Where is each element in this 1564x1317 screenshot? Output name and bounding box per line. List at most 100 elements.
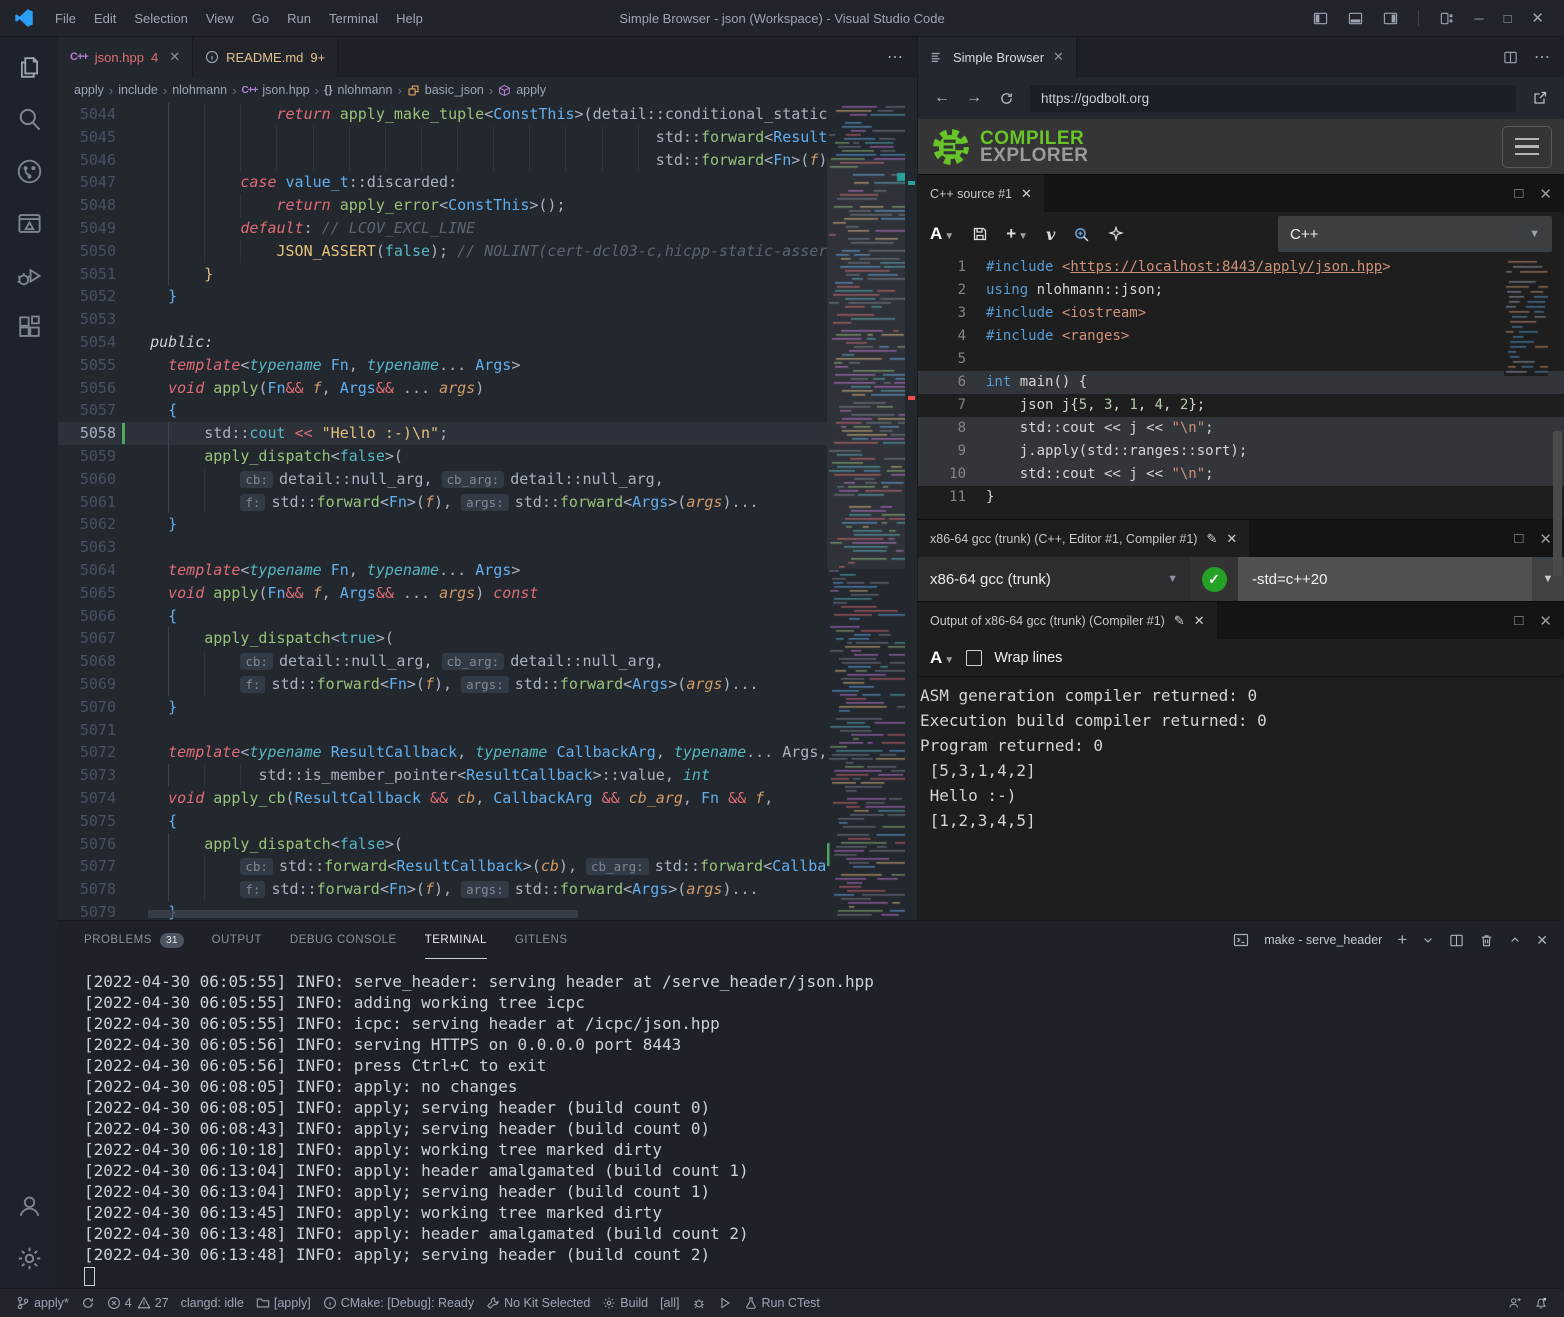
- tab-readme[interactable]: README.md 9+: [193, 37, 338, 77]
- breadcrumb-item-nlohmann[interactable]: {}nlohmann: [324, 83, 392, 97]
- code-line[interactable]: 5068 cb:detail::null_arg, cb_arg:detail:…: [58, 650, 917, 673]
- godbolt-code-line[interactable]: 3#include <iostream>: [918, 302, 1564, 325]
- code-line[interactable]: 5065 void apply(Fn&& f, Args&& ... args)…: [58, 582, 917, 605]
- maximize-pane-icon[interactable]: □: [1514, 185, 1523, 202]
- forward-icon[interactable]: →: [960, 89, 988, 107]
- edit-icon[interactable]: ✎: [1206, 531, 1217, 547]
- new-terminal-icon[interactable]: +: [1397, 930, 1407, 950]
- breadcrumb-item-apply[interactable]: apply: [74, 83, 104, 97]
- status-item-sync[interactable]: [75, 1289, 101, 1317]
- status-item-bug[interactable]: [686, 1289, 712, 1317]
- account-icon[interactable]: [5, 1180, 53, 1232]
- menu-bar[interactable]: FileEditSelectionViewGoRunTerminalHelp: [46, 11, 432, 26]
- godbolt-code-line[interactable]: 2using nlohmann::json;: [918, 279, 1564, 302]
- window-controls[interactable]: ─ □ ✕: [1313, 9, 1564, 27]
- panel-tab-output[interactable]: OUTPUT: [212, 921, 262, 959]
- panel-tab-debug-console[interactable]: DEBUG CONSOLE: [290, 921, 397, 959]
- menu-selection[interactable]: Selection: [125, 11, 196, 26]
- save-icon[interactable]: [972, 226, 988, 242]
- horizontal-scrollbar[interactable]: [148, 910, 578, 918]
- split-editor-icon[interactable]: [1503, 50, 1518, 65]
- compiler-options-input[interactable]: -std=c++20: [1238, 557, 1532, 601]
- font-size-button[interactable]: A▼: [930, 224, 954, 244]
- toggle-panel-icon[interactable]: [1348, 11, 1363, 26]
- search-icon[interactable]: [5, 93, 53, 145]
- code-line[interactable]: 5077 cb:std::forward<ResultCallback>(cb)…: [58, 855, 917, 878]
- explorer-icon[interactable]: [5, 41, 53, 93]
- breadcrumb-item-json.hpp[interactable]: C++json.hpp: [241, 83, 309, 97]
- godbolt-code-line[interactable]: 10 std::cout << j << "\n";: [918, 463, 1564, 486]
- breadcrumb-item-nlohmann[interactable]: nlohmann: [172, 83, 227, 97]
- minimize-button[interactable]: ─: [1474, 11, 1483, 26]
- maximize-pane-icon[interactable]: □: [1514, 612, 1523, 629]
- close-pane-icon[interactable]: ✕: [1539, 612, 1552, 630]
- run-debug-icon[interactable]: [5, 249, 53, 301]
- code-editor[interactable]: 5044 return apply_make_tuple<ConstThis>(…: [58, 103, 917, 920]
- close-icon[interactable]: ✕: [1194, 613, 1205, 629]
- font-size-button[interactable]: A▼: [930, 648, 954, 668]
- godbolt-code-line[interactable]: 5: [918, 348, 1564, 371]
- vim-mode-icon[interactable]: v: [1046, 225, 1055, 244]
- tab-simple-browser[interactable]: Simple Browser ✕: [918, 37, 1077, 77]
- code-line[interactable]: 5074 void apply_cb(ResultCallback && cb,…: [58, 787, 917, 810]
- code-line[interactable]: 5066 {: [58, 605, 917, 628]
- terminal-dropdown-icon[interactable]: [1422, 934, 1434, 946]
- godbolt-code-line[interactable]: 1#include <https://localhost:8443/apply/…: [918, 256, 1564, 279]
- code-line[interactable]: 5045 std::forward<ResultCallback>(cb),: [58, 126, 917, 149]
- code-line[interactable]: 5057 {: [58, 399, 917, 422]
- extensions-icon[interactable]: [5, 301, 53, 353]
- more-actions-icon[interactable]: ⋯: [1534, 47, 1550, 67]
- status-item-folder-apply[interactable]: [apply]: [250, 1289, 317, 1317]
- close-panel-icon[interactable]: ✕: [1536, 932, 1548, 949]
- code-line[interactable]: 5052 }: [58, 285, 917, 308]
- panel-tab-problems[interactable]: PROBLEMS31: [84, 921, 184, 959]
- close-pane-icon[interactable]: ✕: [1539, 185, 1552, 203]
- code-line[interactable]: 5050 JSON_ASSERT(false); // NOLINT(cert-…: [58, 240, 917, 263]
- godbolt-code-line[interactable]: 4#include <ranges>: [918, 325, 1564, 348]
- toggle-secondary-sidebar-icon[interactable]: [1383, 11, 1398, 26]
- code-line[interactable]: 5054 public:: [58, 331, 917, 354]
- status-item-play[interactable]: [712, 1289, 738, 1317]
- close-button[interactable]: ✕: [1531, 9, 1544, 27]
- code-line[interactable]: 5062 }: [58, 513, 917, 536]
- status-item-all[interactable]: [all]: [654, 1289, 685, 1317]
- code-line[interactable]: 5069 f:std::forward<Fn>(f), args:std::fo…: [58, 673, 917, 696]
- breadcrumb[interactable]: apply›include›nlohmann›C++json.hpp›{}nlo…: [58, 77, 917, 103]
- maximize-button[interactable]: □: [1504, 11, 1512, 26]
- code-line[interactable]: 5056 void apply(Fn&& f, Args&& ... args): [58, 377, 917, 400]
- minimap[interactable]: [827, 103, 905, 920]
- breadcrumb-item-include[interactable]: include: [118, 83, 158, 97]
- code-line[interactable]: 5055 template<typename Fn, typename... A…: [58, 354, 917, 377]
- menu-help[interactable]: Help: [387, 11, 432, 26]
- maximize-pane-icon[interactable]: □: [1514, 530, 1523, 547]
- zoom-icon[interactable]: [1073, 226, 1090, 243]
- wrap-lines-checkbox[interactable]: [966, 650, 982, 666]
- status-item-feedback[interactable]: [1502, 1296, 1528, 1310]
- godbolt-code-line[interactable]: 8 std::cout << j << "\n";: [918, 417, 1564, 440]
- close-icon[interactable]: ✕: [1021, 186, 1032, 202]
- menu-file[interactable]: File: [46, 11, 85, 26]
- godbolt-code-line[interactable]: 11}: [918, 486, 1564, 509]
- edit-icon[interactable]: ✎: [1174, 613, 1185, 629]
- open-external-icon[interactable]: [1526, 90, 1554, 106]
- code-line[interactable]: 5058 std::cout << "Hello :-)\n";: [58, 422, 917, 445]
- status-item-clangd-idle[interactable]: clangd: idle: [175, 1289, 250, 1317]
- back-icon[interactable]: ←: [928, 89, 956, 107]
- maximize-panel-icon[interactable]: [1509, 934, 1521, 946]
- settings-gear-icon[interactable]: [5, 1232, 53, 1284]
- add-pane-button[interactable]: +▼: [1006, 224, 1028, 244]
- panel-tab-gitlens[interactable]: GITLENS: [515, 921, 568, 959]
- godbolt-source-editor[interactable]: 1#include <https://localhost:8443/apply/…: [918, 256, 1564, 519]
- breadcrumb-item-basic_json[interactable]: basic_json: [407, 83, 484, 97]
- status-item-bell[interactable]: [1528, 1296, 1554, 1310]
- source-pane-tab[interactable]: C++ source #1 ✕: [918, 175, 1044, 212]
- godbolt-code-line[interactable]: 7 json j{5, 3, 1, 4, 2};: [918, 394, 1564, 417]
- panel-tab-terminal[interactable]: TERMINAL: [425, 921, 487, 959]
- terminal-output[interactable]: [2022-04-30 06:05:55] INFO: serve_header…: [58, 959, 1564, 1286]
- close-icon[interactable]: ✕: [1226, 531, 1237, 547]
- editor-actions-more-icon[interactable]: ⋯: [887, 37, 917, 77]
- close-icon[interactable]: ✕: [169, 49, 180, 65]
- hamburger-menu-icon[interactable]: [1502, 126, 1552, 168]
- toggle-sidebar-icon[interactable]: [1313, 11, 1328, 26]
- close-icon[interactable]: ✕: [1053, 49, 1064, 65]
